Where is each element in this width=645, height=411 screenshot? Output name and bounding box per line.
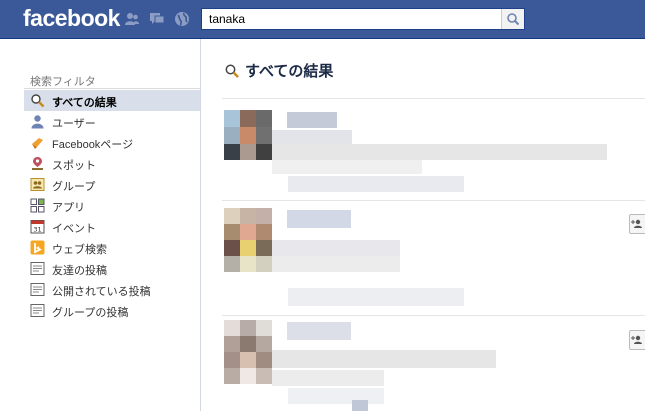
place-pin-icon [30, 156, 45, 171]
post-icon [30, 282, 45, 297]
result-avatar[interactable] [224, 320, 272, 384]
result-detail [288, 176, 464, 192]
filter-label: スポット [52, 160, 96, 172]
search-button[interactable] [501, 9, 524, 29]
result-name[interactable] [287, 210, 351, 228]
filter-item-places[interactable]: スポット [24, 153, 200, 174]
results-divider [222, 315, 645, 316]
filter-list: すべての結果 ユーザー Facebookページ スポット グループ アプリ 31 [24, 90, 200, 321]
filter-item-pages[interactable]: Facebookページ [24, 132, 200, 153]
column-divider [200, 39, 201, 411]
result-avatar[interactable] [224, 208, 272, 272]
filter-heading: 検索フィルタ [30, 76, 96, 88]
facebook-logo[interactable]: facebook [23, 5, 120, 32]
filter-label: すべての結果 [52, 97, 117, 109]
filter-item-group-posts[interactable]: グループの投稿 [24, 300, 200, 321]
filter-label: ユーザー [52, 118, 96, 130]
post-icon [30, 261, 45, 276]
add-friend-icon [631, 219, 642, 228]
filter-item-all-results[interactable]: すべての結果 [24, 90, 200, 111]
filter-label: イベント [52, 223, 96, 235]
results-divider [222, 98, 645, 99]
magnifier-icon [30, 93, 45, 108]
filter-label: ウェブ検索 [52, 244, 107, 256]
filter-item-public-posts[interactable]: 公開されている投稿 [24, 279, 200, 300]
add-friend-icon [631, 335, 642, 344]
search-icon [507, 13, 520, 26]
group-icon [30, 177, 45, 192]
search-box[interactable] [201, 8, 525, 30]
filter-item-users[interactable]: ユーザー [24, 111, 200, 132]
messages-icon[interactable] [149, 11, 165, 27]
results-divider [222, 200, 645, 201]
result-name[interactable] [287, 322, 351, 340]
result-detail [272, 370, 384, 386]
magnifier-icon [224, 63, 240, 79]
result-detail [272, 240, 400, 256]
search-input[interactable] [202, 9, 498, 29]
filter-divider [24, 88, 200, 89]
notifications-globe-icon[interactable] [174, 11, 190, 27]
user-icon [30, 114, 45, 129]
result-detail [272, 130, 352, 144]
filter-item-events[interactable]: 31 イベント [24, 216, 200, 237]
filter-label: グループ [52, 181, 96, 193]
apps-icon [30, 198, 45, 213]
result-name[interactable] [287, 112, 337, 128]
result-detail [352, 400, 368, 411]
post-icon [30, 303, 45, 318]
top-bar: facebook [0, 0, 645, 39]
calendar-icon: 31 [30, 219, 45, 234]
result-detail [288, 288, 464, 306]
filter-item-apps[interactable]: アプリ [24, 195, 200, 216]
bing-icon [30, 240, 45, 255]
add-friend-button[interactable] [629, 214, 645, 234]
add-friend-button[interactable] [629, 330, 645, 350]
result-detail [288, 388, 384, 404]
filter-item-friend-posts[interactable]: 友達の投稿 [24, 258, 200, 279]
result-detail [272, 160, 422, 174]
result-avatar[interactable] [224, 110, 272, 160]
filter-label: アプリ [52, 202, 85, 214]
filter-item-web-search[interactable]: ウェブ検索 [24, 237, 200, 258]
result-detail [272, 256, 400, 272]
filter-label: 友達の投稿 [52, 265, 107, 277]
filter-label: 公開されている投稿 [52, 286, 151, 298]
filter-label: グループの投稿 [52, 307, 129, 319]
friend-requests-icon[interactable] [124, 11, 140, 27]
flag-icon [30, 135, 45, 150]
svg-text:31: 31 [33, 225, 41, 233]
filter-label: Facebookページ [52, 139, 134, 151]
results-title: すべての結果 [245, 63, 334, 80]
result-detail [272, 350, 496, 368]
result-detail [272, 144, 607, 160]
filter-item-groups[interactable]: グループ [24, 174, 200, 195]
